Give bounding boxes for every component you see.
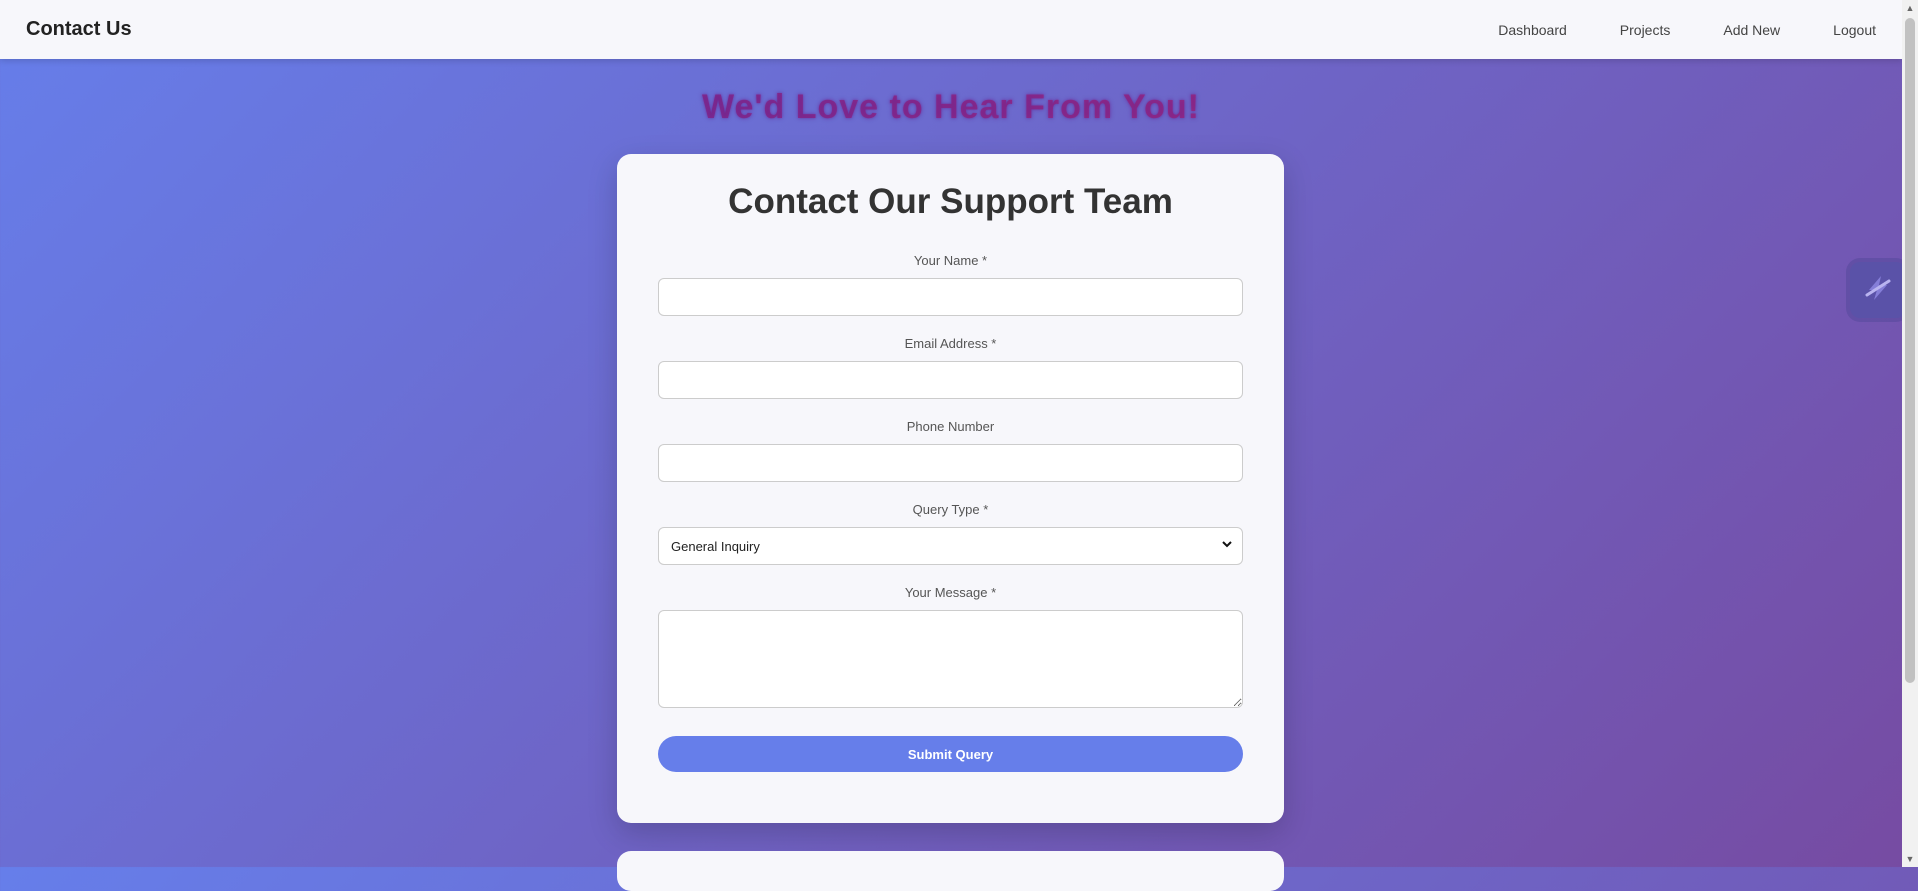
scrollbar-thumb[interactable] [1905,18,1915,683]
phone-field-group: Phone Number [658,419,1243,482]
hero-title: We'd Love to Hear From You! [0,88,1902,127]
email-label: Email Address * [904,336,997,351]
name-input[interactable] [658,278,1243,316]
scroll-up-arrow-icon[interactable]: ▲ [1902,0,1918,16]
submit-query-button[interactable]: Submit Query [658,736,1243,772]
query-type-select[interactable]: General Inquiry [658,527,1243,565]
nav-link-dashboard[interactable]: Dashboard [1498,22,1567,38]
email-field-group: Email Address * [658,336,1243,399]
nav-link-logout[interactable]: Logout [1833,22,1876,38]
query-type-label: Query Type * [912,502,989,517]
phone-input[interactable] [658,444,1243,482]
top-navbar: Contact Us Dashboard Projects Add New Lo… [0,0,1902,59]
query-type-select-wrapper: General Inquiry [658,527,1243,565]
phone-label: Phone Number [906,419,995,434]
nav-links: Dashboard Projects Add New Logout [1445,22,1876,38]
name-field-group: Your Name * [658,253,1243,316]
message-field-group: Your Message * [658,585,1243,708]
query-type-field-group: Query Type * General Inquiry [658,502,1243,565]
nav-link-projects[interactable]: Projects [1620,22,1671,38]
form-title: Contact Our Support Team [728,182,1173,221]
message-textarea[interactable] [658,610,1243,708]
lightning-bolt-icon [1863,273,1893,308]
message-label: Your Message * [904,585,997,600]
nav-link-add-new[interactable]: Add New [1723,22,1780,38]
name-label: Your Name * [913,253,988,268]
contact-form-card: Contact Our Support Team Your Name * Ema… [617,154,1284,823]
page-scrollbar[interactable]: ▲ ▼ [1902,0,1918,867]
brand-title: Contact Us [26,18,132,40]
side-widget-button[interactable] [1850,262,1906,318]
email-input[interactable] [658,361,1243,399]
scroll-down-arrow-icon[interactable]: ▼ [1902,851,1918,867]
secondary-card [617,851,1284,891]
